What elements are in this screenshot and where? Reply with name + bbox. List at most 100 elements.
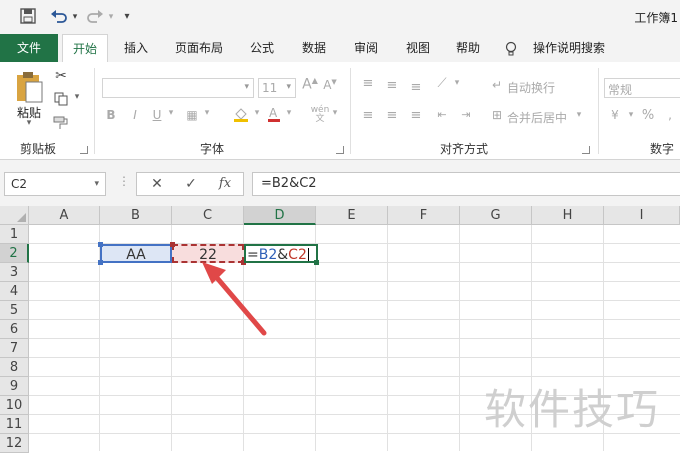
customize-icon[interactable]: ▾ [120, 8, 134, 26]
formula-bar-grip-icon: ⋮ [118, 174, 130, 188]
format-painter-icon[interactable] [52, 116, 70, 133]
range-handle[interactable] [98, 260, 103, 265]
align-right-icon[interactable]: ≡ [408, 108, 424, 123]
italic-icon[interactable]: I [128, 108, 142, 122]
font-name-combo[interactable]: ▾ [102, 78, 254, 98]
paste-dropdown-icon[interactable]: ▾ [22, 118, 36, 128]
column-header[interactable]: C [172, 206, 244, 225]
enter-icon[interactable]: ✓ [175, 173, 207, 195]
tab-page-layout[interactable]: 页面布局 [168, 34, 230, 62]
number-format-combo[interactable]: 常规 [604, 78, 680, 98]
column-header-selected[interactable]: D [244, 206, 316, 225]
row-header[interactable]: 3 [0, 263, 29, 282]
bold-icon[interactable]: B [104, 108, 118, 122]
select-all-button[interactable] [0, 206, 29, 225]
wrap-text-button[interactable]: 自动换行 [507, 79, 559, 96]
wrap-text-icon[interactable]: ↵ [490, 78, 504, 92]
row-header[interactable]: 1 [0, 225, 29, 244]
range-handle[interactable] [170, 242, 175, 247]
tab-view[interactable]: 视图 [396, 34, 440, 62]
copy-icon[interactable] [52, 92, 70, 109]
column-header[interactable]: A [29, 206, 100, 225]
name-box-dropdown-icon[interactable]: ▾ [94, 173, 99, 195]
row-header[interactable]: 12 [0, 434, 29, 453]
align-bottom-icon[interactable]: ≡ [408, 80, 424, 95]
ribbon: 粘贴 ▾ ✂ ▾ 剪贴板 ▾ 11 ▾ A▲ A▼ B I U ▾ ▦ ▾ ▾ A… [0, 62, 680, 160]
row-header[interactable]: 9 [0, 377, 29, 396]
name-box[interactable]: C2 ▾ [4, 172, 106, 196]
cell-c2[interactable]: 22 [172, 244, 244, 263]
row-header-selected[interactable]: 2 [0, 244, 29, 263]
row-header[interactable]: 10 [0, 396, 29, 415]
phonetic-dropdown-icon[interactable]: ▾ [330, 108, 340, 118]
align-center-icon[interactable]: ≡ [384, 108, 400, 123]
tab-data[interactable]: 数据 [292, 34, 336, 62]
row-header[interactable]: 11 [0, 415, 29, 434]
orientation-dropdown-icon[interactable]: ▾ [452, 78, 462, 88]
tell-me-search[interactable]: 操作说明搜索 [528, 34, 610, 62]
cancel-icon[interactable]: ✕ [141, 173, 173, 195]
phonetic-icon[interactable]: wén 文 [310, 106, 330, 124]
formula-amp: & [277, 247, 289, 263]
shrink-font-icon[interactable]: A▼ [322, 78, 338, 92]
comma-style-icon[interactable]: , [662, 108, 678, 122]
font-launcher-icon[interactable] [336, 146, 344, 154]
currency-icon[interactable]: ¥ [606, 108, 624, 122]
column-header[interactable]: B [100, 206, 172, 225]
decrease-indent-icon[interactable]: ⇤ [434, 108, 450, 121]
column-header[interactable]: I [604, 206, 680, 225]
row-header[interactable]: 6 [0, 320, 29, 339]
orientation-icon[interactable]: ⟋ [434, 76, 450, 91]
fill-color-dropdown-icon[interactable]: ▾ [252, 108, 262, 118]
tab-home[interactable]: 开始 [62, 34, 108, 63]
tab-help[interactable]: 帮助 [446, 34, 490, 62]
tab-review[interactable]: 审阅 [344, 34, 388, 62]
align-left-icon[interactable]: ≡ [360, 108, 376, 123]
paste-icon[interactable] [12, 70, 46, 104]
cell-d2-editing[interactable]: =B2&C2 [244, 244, 318, 263]
grow-font-icon[interactable]: A▲ [302, 76, 318, 93]
percent-icon[interactable]: % [640, 108, 656, 123]
border-icon[interactable]: ▦ [184, 108, 200, 122]
fill-color-icon[interactable] [232, 106, 250, 125]
redo-dropdown-icon[interactable]: ▾ [106, 8, 116, 26]
cut-icon[interactable]: ✂ [52, 68, 70, 84]
font-color-icon[interactable]: A [266, 106, 282, 125]
save-icon[interactable] [18, 8, 38, 26]
formula-input[interactable]: =B2&C2 [252, 172, 680, 196]
clipboard-launcher-icon[interactable] [80, 146, 88, 154]
undo-icon[interactable] [48, 8, 70, 26]
tab-file[interactable]: 文件 [0, 34, 58, 62]
tab-formulas[interactable]: 公式 [240, 34, 284, 62]
insert-function-icon[interactable]: fx [209, 173, 241, 195]
range-handle[interactable] [98, 242, 103, 247]
fill-handle[interactable] [314, 260, 319, 265]
merge-dropdown-icon[interactable]: ▾ [574, 110, 584, 120]
font-size-combo[interactable]: 11 ▾ [258, 78, 296, 98]
row-header[interactable]: 7 [0, 339, 29, 358]
cell-b2[interactable]: AA [100, 244, 172, 263]
underline-icon[interactable]: U [150, 108, 164, 122]
tab-insert[interactable]: 插入 [114, 34, 158, 62]
column-header[interactable]: E [316, 206, 388, 225]
column-header[interactable]: G [460, 206, 532, 225]
alignment-launcher-icon[interactable] [582, 146, 590, 154]
underline-dropdown-icon[interactable]: ▾ [166, 108, 176, 118]
merge-center-button[interactable]: 合并后居中 [507, 109, 573, 126]
align-top-icon[interactable]: ≡ [360, 76, 376, 91]
row-header[interactable]: 8 [0, 358, 29, 377]
row-header[interactable]: 4 [0, 282, 29, 301]
redo-icon[interactable] [84, 8, 106, 26]
undo-dropdown-icon[interactable]: ▾ [70, 8, 80, 26]
row-header[interactable]: 5 [0, 301, 29, 320]
border-dropdown-icon[interactable]: ▾ [202, 108, 212, 118]
font-color-dropdown-icon[interactable]: ▾ [284, 108, 294, 118]
currency-dropdown-icon[interactable]: ▾ [626, 110, 636, 120]
copy-dropdown-icon[interactable]: ▾ [72, 92, 82, 102]
merge-center-icon[interactable]: ⊞ [490, 108, 504, 122]
increase-indent-icon[interactable]: ⇥ [458, 108, 474, 121]
align-middle-icon[interactable]: ≡ [384, 78, 400, 93]
column-header[interactable]: F [388, 206, 460, 225]
column-header[interactable]: H [532, 206, 604, 225]
lightbulb-icon[interactable] [502, 34, 520, 62]
